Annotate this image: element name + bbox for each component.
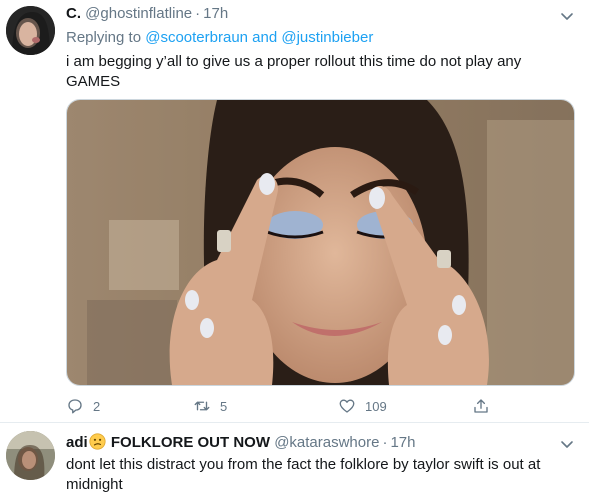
reply-icon: [68, 399, 82, 414]
media-picture: [67, 100, 574, 385]
replying-to-label: Replying to: [66, 29, 142, 46]
mention-link[interactable]: @scooterbraun: [145, 29, 248, 46]
avatar-image: [6, 431, 55, 480]
share-button[interactable]: [472, 396, 490, 416]
tweet[interactable]: adi FOLKLORE OUT NOW @kataraswhore · 17h d…: [0, 423, 589, 502]
separator-dot: ·: [382, 434, 388, 451]
display-name-prefix: adi: [66, 434, 88, 451]
tweet-text: dont let this distract you from the fact…: [66, 456, 541, 493]
user-handle[interactable]: @kataraswhore: [274, 434, 379, 451]
display-name[interactable]: adi FOLKLORE OUT NOW: [66, 433, 271, 451]
like-count: 109: [365, 398, 387, 414]
tweet-header: adi FOLKLORE OUT NOW @kataraswhore · 17h: [66, 433, 416, 453]
mention-and[interactable]: and: [252, 29, 277, 46]
tweet-actions: 2 5 109: [66, 396, 506, 416]
tweet-header: C. @ghostinflatline · 17h: [66, 4, 228, 24]
display-name-suffix: FOLKLORE OUT NOW: [110, 434, 271, 451]
user-handle[interactable]: @ghostinflatline: [85, 5, 192, 22]
retweet-button[interactable]: 5: [193, 396, 227, 416]
tweet[interactable]: C. @ghostinflatline · 17h Replying to @sco…: [0, 0, 589, 423]
avatar-image: [6, 6, 55, 55]
retweet-icon: [194, 401, 210, 411]
confused-face-emoji: [89, 433, 106, 450]
tweet-media-image[interactable]: [66, 99, 575, 386]
timestamp[interactable]: 17h: [203, 5, 228, 22]
mention-link[interactable]: @justinbieber: [281, 29, 373, 46]
timestamp[interactable]: 17h: [390, 434, 415, 451]
display-name[interactable]: C.: [66, 5, 81, 22]
tweet-text: i am begging y’all to give us a proper r…: [66, 53, 522, 90]
like-button[interactable]: 109: [338, 396, 387, 416]
chevron-down-icon[interactable]: [559, 8, 575, 24]
reply-count: 2: [93, 398, 101, 414]
share-icon: [474, 399, 488, 413]
avatar[interactable]: [6, 431, 55, 480]
separator-dot: ·: [195, 5, 201, 22]
heart-icon: [339, 399, 355, 413]
reply-button[interactable]: 2: [66, 396, 100, 416]
chevron-down-icon[interactable]: [559, 436, 575, 452]
replying-to: Replying to @scooterbraun and @justinbie…: [66, 28, 373, 48]
avatar[interactable]: [6, 6, 55, 55]
retweet-count: 5: [220, 398, 228, 414]
